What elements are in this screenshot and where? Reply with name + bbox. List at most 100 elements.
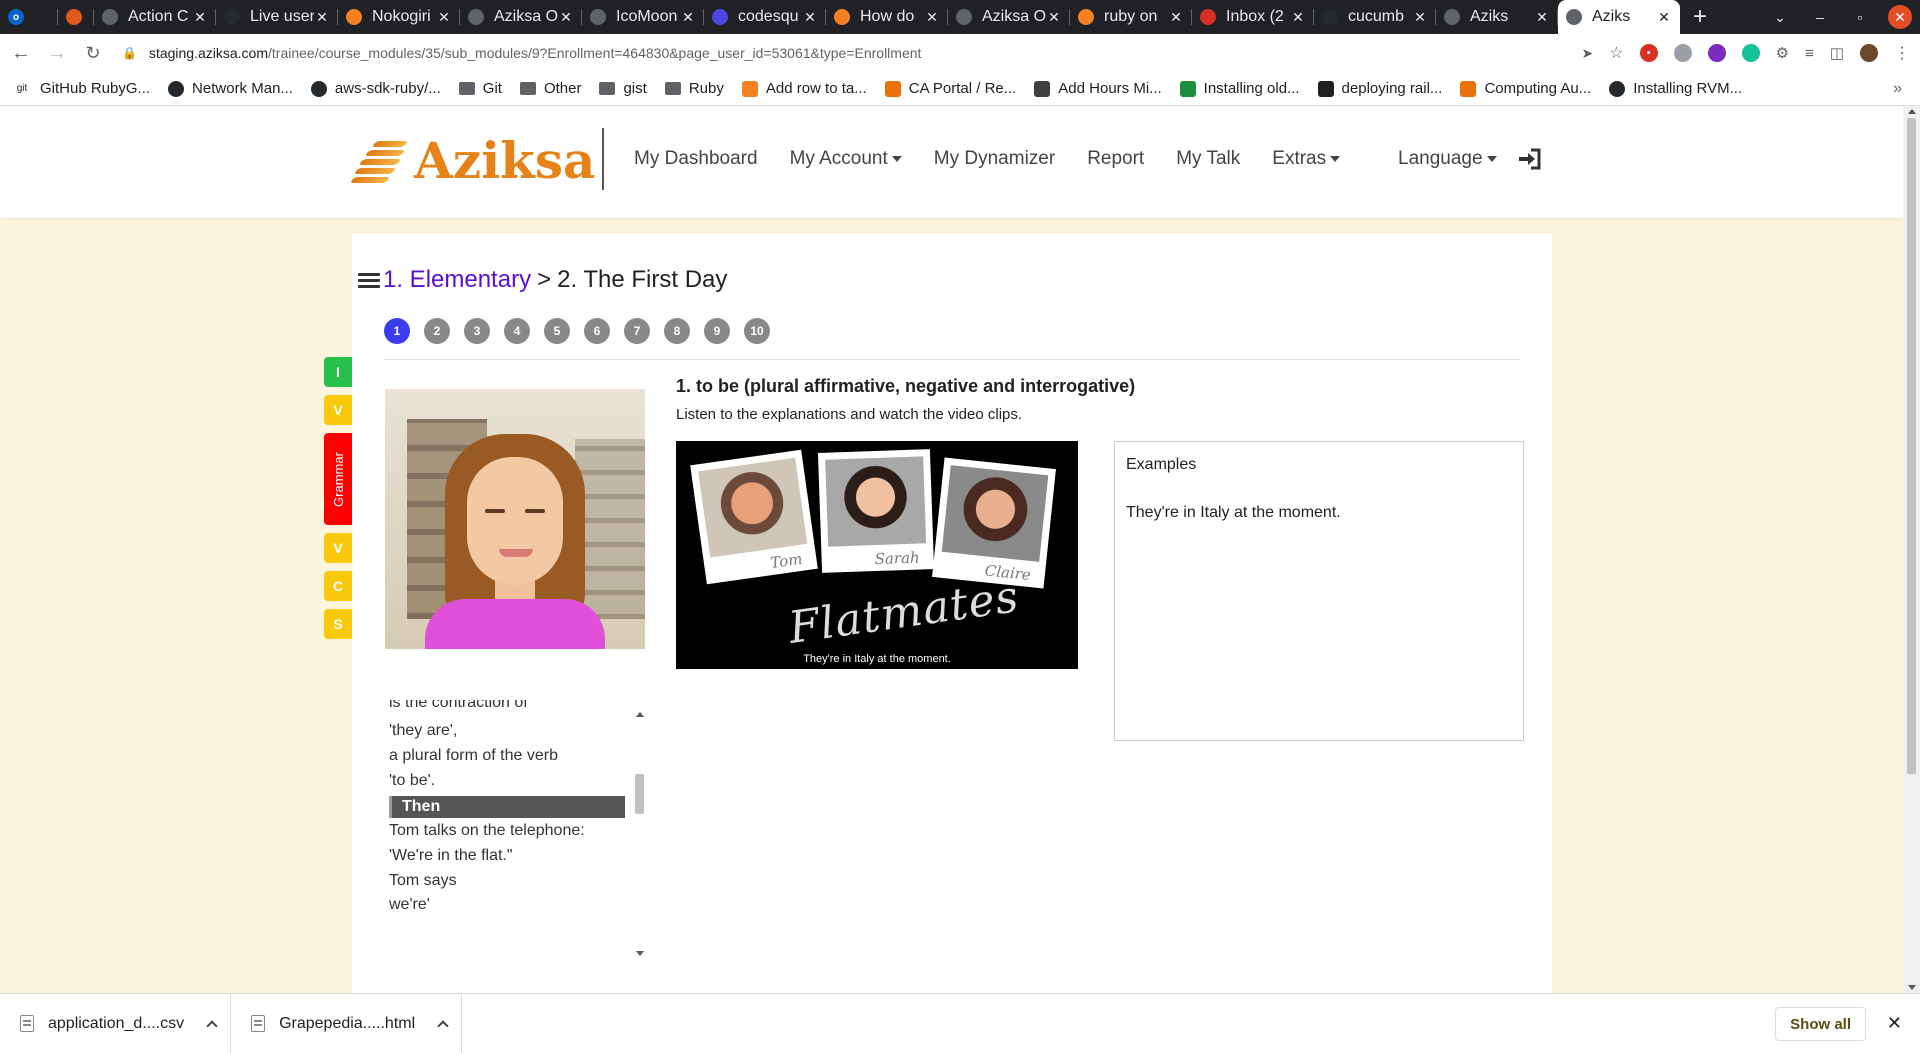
close-icon[interactable]: ✕	[1887, 1013, 1902, 1034]
url-field[interactable]: 🔒 staging.aziksa.com /trainee/course_mod…	[122, 38, 1522, 68]
menu-icon[interactable]: ⋮	[1894, 43, 1910, 63]
tab-close-icon[interactable]: ✕	[1046, 9, 1062, 26]
bookmark-item[interactable]: aws-sdk-ruby/...	[310, 80, 441, 97]
hamburger-menu-icon[interactable]	[358, 270, 380, 291]
browser-tab[interactable]: o	[0, 0, 58, 34]
restore-icon[interactable]: ▫	[1840, 9, 1880, 25]
scroll-down-icon[interactable]	[636, 951, 644, 956]
bookmarks-overflow-icon[interactable]: »	[1893, 80, 1902, 98]
bookmark-item[interactable]: Add row to ta...	[741, 80, 867, 97]
bookmark-item[interactable]: CA Portal / Re...	[884, 80, 1016, 97]
page-button[interactable]: 4	[504, 318, 530, 344]
side-tab[interactable]: Grammar	[324, 433, 352, 525]
browser-tab[interactable]: Nokogiri ✕	[338, 0, 460, 34]
scroll-down-icon[interactable]	[1908, 985, 1916, 990]
chevron-up-icon[interactable]	[206, 1019, 218, 1032]
browser-tab[interactable]: codesqu ✕	[704, 0, 826, 34]
puzzle-icon[interactable]: ⚙	[1776, 44, 1789, 62]
side-tab[interactable]: V	[324, 533, 352, 563]
page-scrollbar[interactable]	[1903, 106, 1920, 993]
page-button[interactable]: 1	[384, 318, 410, 344]
forward-icon[interactable]: →	[42, 42, 72, 65]
tab-close-icon[interactable]: ✕	[558, 9, 574, 26]
tab-close-icon[interactable]: ✕	[680, 9, 696, 26]
reload-icon[interactable]: ↻	[78, 43, 108, 64]
bookmark-item[interactable]: deploying rail...	[1317, 80, 1442, 97]
back-icon[interactable]: ←	[6, 42, 36, 65]
tab-search-icon[interactable]: ⌄	[1760, 9, 1800, 26]
nav-item[interactable]: My Talk	[1176, 148, 1240, 170]
extension-icon[interactable]	[1673, 44, 1692, 62]
side-tab[interactable]: C	[324, 571, 352, 601]
transcript-scrollbar[interactable]	[632, 708, 646, 960]
browser-tab[interactable]: Aziksa O ✕	[948, 0, 1070, 34]
download-item[interactable]: Grapepedia.....html	[231, 993, 463, 1053]
transcript-panel[interactable]: is the contraction of 'they are', a plural…	[385, 700, 647, 960]
browser-tab[interactable]: cucumb ✕	[1314, 0, 1436, 34]
page-button[interactable]: 3	[464, 318, 490, 344]
bookmark-item[interactable]: Installing old...	[1179, 80, 1300, 97]
scroll-up-icon[interactable]	[636, 712, 644, 717]
nav-item[interactable]: Report	[1087, 148, 1144, 170]
bookmark-item[interactable]: Computing Au...	[1460, 80, 1591, 97]
tab-close-icon[interactable]: ✕	[192, 9, 208, 26]
tab-close-icon[interactable]: ✕	[314, 9, 330, 26]
scroll-thumb[interactable]	[635, 774, 644, 814]
page-button[interactable]: 10	[744, 318, 770, 344]
sign-out-icon[interactable]	[1517, 146, 1543, 172]
browser-tab[interactable]: How do ✕	[826, 0, 948, 34]
star-icon[interactable]: ☆	[1609, 43, 1623, 63]
adblock-icon[interactable]: •	[1639, 44, 1658, 62]
sidepanel-icon[interactable]: ◫	[1830, 44, 1844, 62]
page-button[interactable]: 8	[664, 318, 690, 344]
browser-tab[interactable]: Action C ✕	[94, 0, 216, 34]
tab-close-icon[interactable]: ✕	[1412, 9, 1428, 26]
bookmark-item[interactable]: Ruby	[664, 80, 724, 97]
breadcrumb-module-link[interactable]: 1. Elementary	[383, 266, 531, 294]
nav-item[interactable]: Extras	[1272, 148, 1341, 170]
minimize-icon[interactable]: –	[1800, 9, 1840, 25]
tab-close-icon[interactable]: ✕	[1534, 9, 1550, 26]
profile-avatar[interactable]	[1860, 44, 1878, 62]
bookmark-item[interactable]: Other	[519, 80, 581, 97]
chevron-up-icon[interactable]	[437, 1019, 449, 1032]
side-tab[interactable]: S	[324, 609, 352, 639]
tab-close-icon[interactable]: ✕	[1290, 9, 1306, 26]
page-button[interactable]: 6	[584, 318, 610, 344]
queue-icon[interactable]: ≡	[1805, 45, 1814, 62]
color-picker-icon[interactable]	[1707, 44, 1726, 62]
browser-tab[interactable]: ruby on ✕	[1070, 0, 1192, 34]
nav-item[interactable]: My Dashboard	[634, 148, 758, 170]
bookmark-item[interactable]: git GitHub RubyG...	[12, 80, 150, 97]
bookmark-item[interactable]: Add Hours Mi...	[1034, 80, 1162, 97]
grammarly-icon[interactable]	[1741, 44, 1760, 62]
page-button[interactable]: 9	[704, 318, 730, 344]
browser-tab[interactable]: Inbox (2 ✕	[1192, 0, 1314, 34]
browser-tab[interactable]: IcoMoon ✕	[582, 0, 704, 34]
window-close-icon[interactable]: ✕	[1888, 5, 1912, 29]
tab-close-icon[interactable]: ✕	[924, 9, 940, 26]
side-tab[interactable]: V	[324, 395, 352, 425]
tab-close-icon[interactable]: ✕	[802, 9, 818, 26]
bookmark-item[interactable]: gist	[599, 80, 647, 97]
browser-tab[interactable]: Aziks ✕	[1558, 0, 1680, 34]
browser-tab[interactable]: Live user ✕	[216, 0, 338, 34]
send-icon[interactable]: ➤	[1582, 45, 1594, 62]
tab-close-icon[interactable]: ✕	[1168, 9, 1184, 26]
bookmark-item[interactable]: Network Man...	[168, 80, 293, 97]
page-button[interactable]: 7	[624, 318, 650, 344]
nav-item[interactable]: My Dynamizer	[934, 148, 1055, 170]
scroll-up-icon[interactable]	[1908, 109, 1916, 114]
scroll-thumb[interactable]	[1907, 118, 1916, 774]
show-all-downloads-button[interactable]: Show all	[1775, 1007, 1866, 1041]
download-item[interactable]: application_d....csv	[0, 993, 232, 1053]
browser-tab[interactable]: Aziksa O ✕	[460, 0, 582, 34]
page-button[interactable]: 2	[424, 318, 450, 344]
bookmark-item[interactable]: Git	[458, 80, 502, 97]
bookmark-item[interactable]: Installing RVM...	[1609, 80, 1742, 97]
aziksa-logo[interactable]: Aziksa	[349, 130, 595, 190]
language-dropdown[interactable]: Language	[1398, 144, 1497, 174]
tab-close-icon[interactable]: ✕	[1656, 9, 1672, 26]
browser-tab[interactable]: Aziks ✕	[1436, 0, 1558, 34]
side-tab[interactable]: I	[324, 357, 352, 387]
